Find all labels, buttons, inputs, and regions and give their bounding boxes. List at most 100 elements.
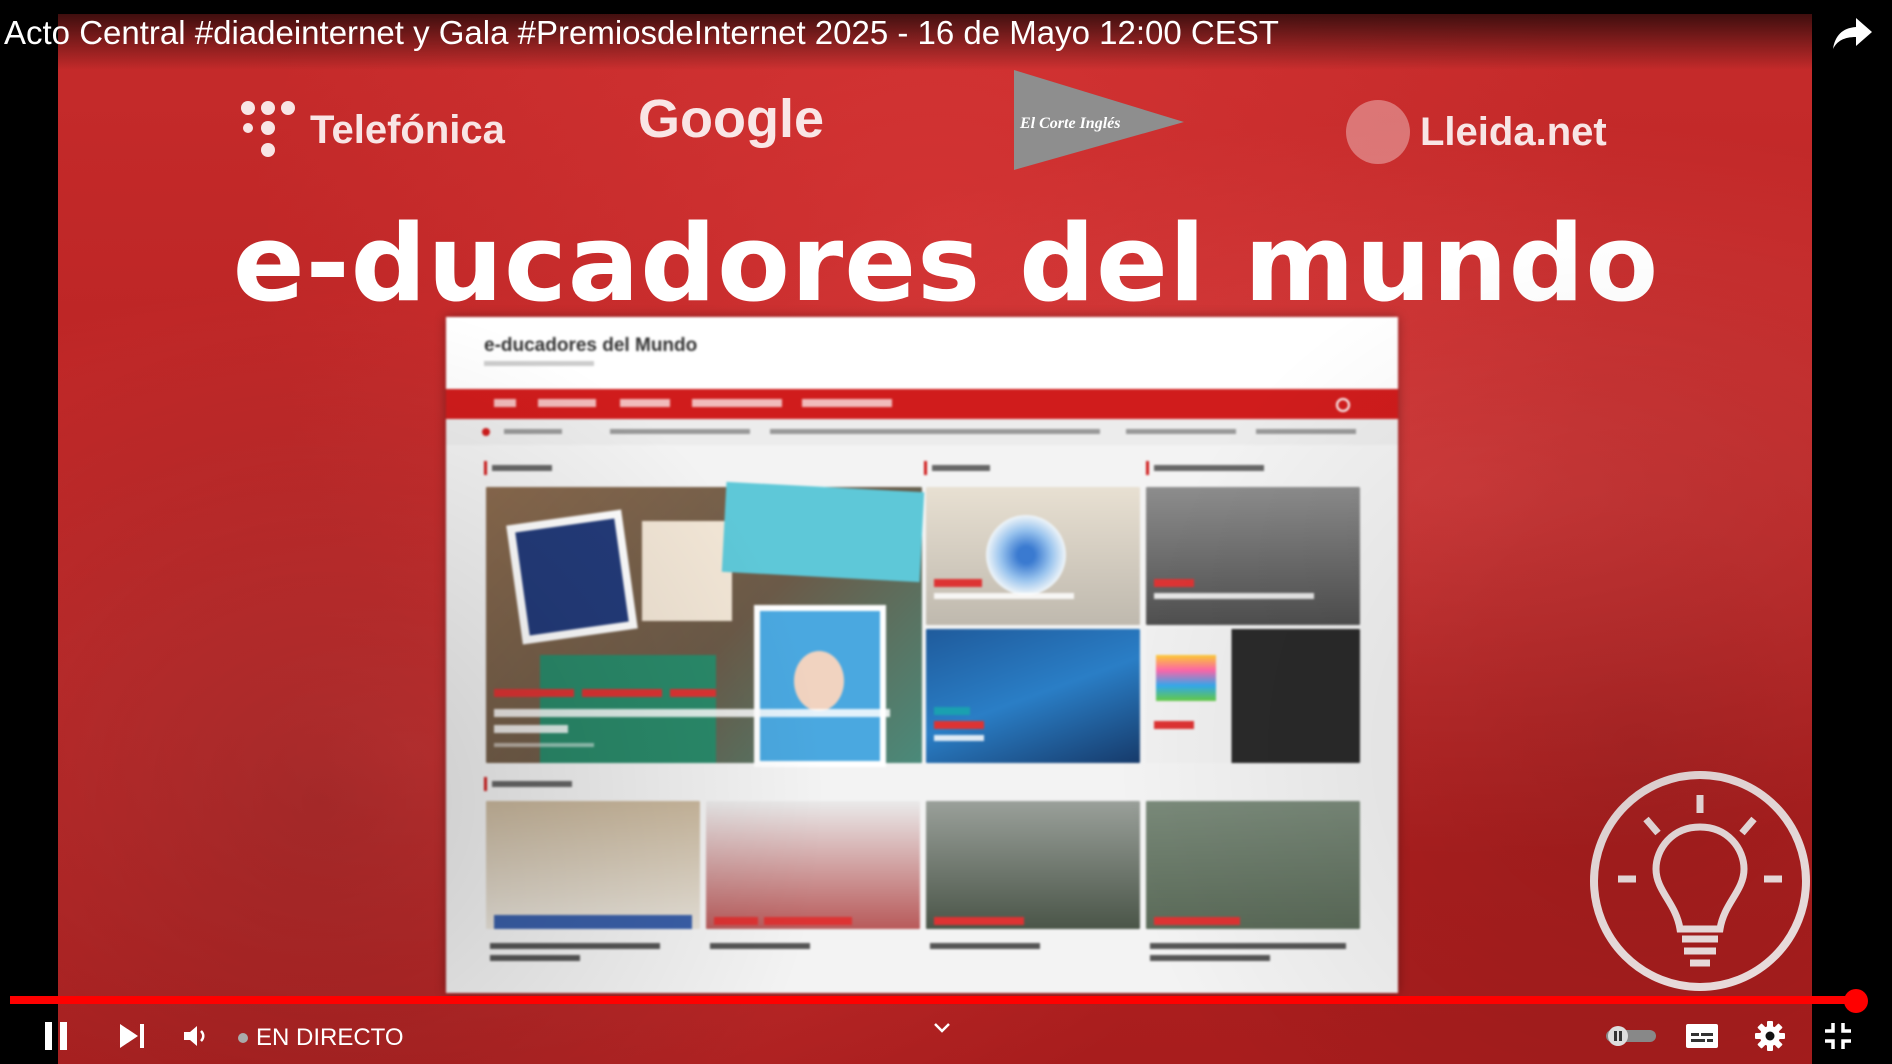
article-caption bbox=[1154, 593, 1314, 599]
next-button[interactable] bbox=[112, 1014, 152, 1058]
project-caption bbox=[1150, 955, 1270, 961]
section-marker bbox=[1146, 461, 1149, 475]
lleida-mark-icon bbox=[1346, 100, 1410, 164]
section-marker bbox=[924, 461, 927, 475]
lleida-label: Lleida.net bbox=[1420, 109, 1607, 154]
subtitles-icon bbox=[1686, 1024, 1718, 1048]
ticker-item bbox=[1256, 429, 1356, 434]
progress-bar[interactable] bbox=[10, 996, 1864, 1004]
article-caption bbox=[934, 593, 1074, 599]
category-tag bbox=[934, 707, 970, 715]
project-banner bbox=[494, 915, 692, 929]
chevron-down-icon bbox=[934, 1023, 950, 1033]
autoplay-toggle[interactable] bbox=[1604, 1014, 1658, 1058]
site-search-icon bbox=[1336, 398, 1350, 412]
control-bar: EN DIRECTO bbox=[0, 1014, 1892, 1064]
site-nav-bar bbox=[446, 389, 1398, 419]
ticker-item bbox=[770, 429, 1100, 434]
project-caption bbox=[490, 943, 660, 949]
nav-item bbox=[692, 399, 782, 407]
video-player[interactable]: Telefónica Google El Corte Inglés Lleida… bbox=[0, 0, 1892, 1064]
project-image bbox=[1146, 801, 1360, 929]
project-image bbox=[706, 801, 920, 929]
live-dot-icon bbox=[238, 1033, 248, 1043]
lleida-logo: Lleida.net bbox=[1346, 100, 1607, 164]
scrubber-handle[interactable] bbox=[1843, 989, 1868, 1013]
chapters-toggle[interactable] bbox=[930, 1006, 954, 1050]
phone-mockup bbox=[754, 605, 886, 767]
project-image bbox=[486, 801, 700, 929]
nav-item bbox=[494, 399, 516, 407]
exit-fullscreen-icon bbox=[1825, 1023, 1851, 1049]
volume-icon bbox=[184, 1026, 205, 1046]
category-tag bbox=[714, 917, 758, 925]
category-tag bbox=[1154, 721, 1194, 729]
video-title[interactable]: Acto Central #diadeinternet y Gala #Prem… bbox=[4, 14, 1279, 52]
photo-card bbox=[540, 655, 716, 763]
telefonica-mark-icon bbox=[241, 101, 295, 157]
live-indicator[interactable]: EN DIRECTO bbox=[238, 1024, 404, 1052]
project-caption bbox=[710, 943, 810, 949]
site-title: e-ducadores del Mundo bbox=[484, 335, 698, 356]
telefonica-logo: Telefónica bbox=[240, 100, 505, 160]
project-image bbox=[926, 801, 1140, 929]
autoplay-toggle-icon bbox=[1606, 1026, 1656, 1046]
section-marker bbox=[484, 461, 487, 475]
section-marker bbox=[484, 777, 487, 791]
site-header: e-ducadores del Mundo bbox=[446, 317, 1398, 389]
el-corte-ingles-triangle-icon: El Corte Inglés bbox=[1014, 70, 1184, 170]
category-tag bbox=[494, 689, 574, 697]
feature-article-image bbox=[486, 481, 925, 767]
el-corte-ingles-logo: El Corte Inglés bbox=[1014, 70, 1184, 170]
section-heading bbox=[492, 465, 552, 471]
category-tag bbox=[934, 579, 982, 587]
pause-button[interactable] bbox=[36, 1014, 76, 1058]
feature-caption bbox=[494, 725, 568, 733]
progress-fill bbox=[10, 996, 1856, 1004]
pause-icon bbox=[45, 1022, 67, 1050]
section-heading bbox=[932, 465, 990, 471]
category-tag bbox=[764, 917, 852, 925]
google-logo: Google bbox=[638, 89, 824, 149]
ticker-dot-icon bbox=[482, 428, 490, 436]
category-tag bbox=[670, 689, 716, 697]
settings-button[interactable] bbox=[1752, 1014, 1788, 1058]
sticky-note bbox=[721, 481, 925, 583]
category-tag bbox=[1154, 917, 1240, 925]
nav-item bbox=[620, 399, 670, 407]
article-image bbox=[1146, 487, 1360, 625]
section-heading bbox=[1154, 465, 1264, 471]
website-screenshot: e-ducadores del Mundo bbox=[446, 317, 1398, 993]
next-icon bbox=[120, 1024, 144, 1048]
slide-headline: e-ducadores del mundo bbox=[232, 202, 1660, 325]
logo-illustration bbox=[986, 515, 1066, 595]
sponsor-logos: Telefónica Google El Corte Inglés Lleida… bbox=[58, 70, 1812, 180]
category-tag bbox=[1154, 579, 1194, 587]
photo-card-image bbox=[515, 518, 629, 636]
ticker-item bbox=[610, 429, 750, 434]
exit-fullscreen-button[interactable] bbox=[1820, 1014, 1856, 1058]
share-icon[interactable] bbox=[1832, 16, 1874, 52]
article-caption bbox=[934, 735, 984, 741]
live-label: EN DIRECTO bbox=[256, 1024, 404, 1051]
feature-meta bbox=[494, 743, 594, 747]
ticker-item bbox=[1126, 429, 1236, 434]
settings-icon bbox=[1755, 1021, 1785, 1051]
lightbulb-icon bbox=[1590, 771, 1810, 991]
category-tag bbox=[934, 721, 984, 729]
site-ticker bbox=[446, 419, 1398, 445]
site-tagline bbox=[484, 361, 594, 366]
category-tag bbox=[582, 689, 662, 697]
title-overlay: Acto Central #diadeinternet y Gala #Prem… bbox=[0, 0, 1892, 70]
volume-button[interactable] bbox=[176, 1014, 216, 1058]
category-tag bbox=[934, 917, 1024, 925]
ticker-item bbox=[504, 429, 562, 434]
video-frame[interactable]: Telefónica Google El Corte Inglés Lleida… bbox=[58, 14, 1812, 1064]
nav-item bbox=[538, 399, 596, 407]
subtitles-button[interactable] bbox=[1684, 1014, 1720, 1058]
article-image bbox=[1146, 629, 1360, 763]
photo-card bbox=[506, 509, 638, 645]
project-caption bbox=[1150, 943, 1346, 949]
feature-caption bbox=[494, 709, 890, 717]
el-corte-ingles-label: El Corte Inglés bbox=[1019, 115, 1120, 132]
